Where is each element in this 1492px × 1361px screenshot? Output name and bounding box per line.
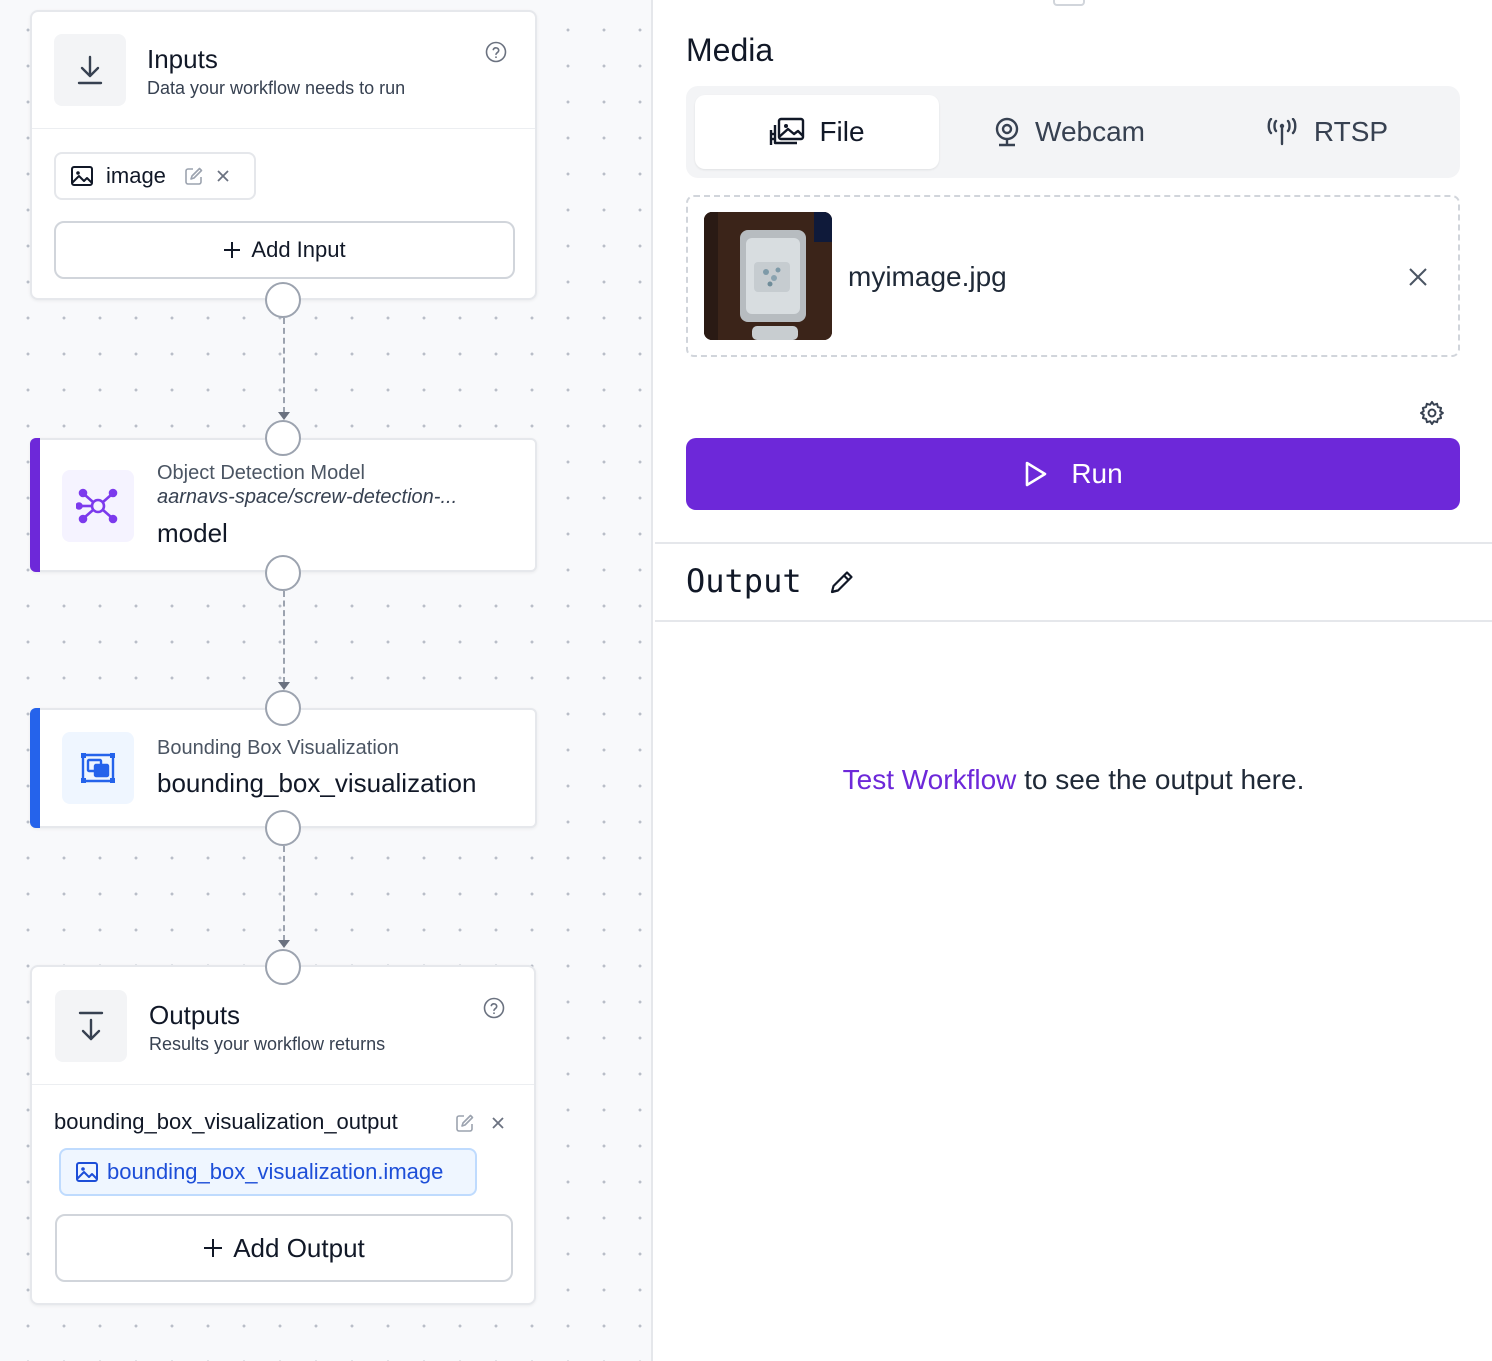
block-name-label: model (157, 518, 228, 548)
plus-icon (204, 1239, 223, 1257)
bbox-icon-tile (62, 732, 134, 804)
tab-webcam[interactable]: Webcam (939, 95, 1199, 169)
file-thumbnail (704, 212, 832, 340)
gear-icon[interactable] (1419, 400, 1445, 426)
tab-rtsp-label: RTSP (1313, 116, 1389, 147)
tab-file[interactable]: File (695, 95, 939, 169)
antenna-icon (1267, 118, 1297, 146)
image-icon (71, 166, 93, 186)
inputs-divider (32, 128, 535, 129)
bbox-output-port[interactable] (265, 810, 301, 846)
edit-icon[interactable] (184, 166, 204, 186)
run-panel: Media File Webcam RTSP myimage.jpg Run O… (655, 0, 1492, 1361)
workflow-canvas[interactable]: Inputs Data your workflow needs to run i… (0, 0, 653, 1361)
media-source-tabs: File Webcam RTSP (686, 86, 1460, 178)
block-name-label: bounding_box_visualization (157, 768, 477, 798)
output-name-label: bounding_box_visualization_output (54, 1109, 398, 1134)
model-network-icon (76, 488, 118, 524)
output-ref-label: bounding_box_visualization.image (107, 1159, 444, 1184)
model-output-port[interactable] (265, 555, 301, 591)
input-chip-label: image (106, 163, 166, 188)
connector-bbox-outputs (283, 846, 285, 941)
output-empty-text: to see the output here. (1016, 764, 1305, 795)
block-type-label: Bounding Box Visualization (157, 737, 400, 759)
connector-model-bbox (283, 591, 285, 683)
block-type-label: Object Detection Model (157, 462, 365, 484)
test-workflow-link[interactable]: Test Workflow (843, 764, 1017, 795)
connector-arrowhead (278, 682, 290, 690)
file-name: myimage.jpg (848, 261, 1007, 292)
outputs-input-port[interactable] (265, 949, 301, 985)
inputs-output-port[interactable] (265, 282, 301, 318)
tab-rtsp[interactable]: RTSP (1199, 95, 1453, 169)
remove-icon[interactable] (216, 169, 230, 183)
edit-icon[interactable] (455, 1113, 475, 1133)
outputs-icon-tile (55, 990, 127, 1062)
input-chip-image[interactable]: image (54, 152, 256, 200)
play-icon (1026, 461, 1047, 487)
bounding-box-icon (81, 753, 115, 783)
bbox-input-port[interactable] (265, 690, 301, 726)
run-button[interactable]: Run (686, 438, 1460, 510)
object-detection-block[interactable]: Object Detection Model aarnavs-space/scr… (30, 438, 537, 572)
output-ref-chip[interactable]: bounding_box_visualization.image (59, 1148, 477, 1196)
help-icon[interactable] (483, 997, 505, 1019)
output-title: Output (686, 562, 802, 600)
file-dropzone[interactable]: myimage.jpg (686, 195, 1460, 357)
download-icon (77, 55, 103, 85)
output-top-divider (655, 542, 1492, 544)
outputs-subtitle: Results your workflow returns (149, 1034, 386, 1054)
add-input-label: Add Input (251, 237, 346, 262)
plus-icon (224, 242, 241, 258)
close-icon[interactable] (1406, 265, 1430, 289)
top-edge-control (1053, 0, 1085, 6)
output-bottom-divider (655, 620, 1492, 622)
output-arrow-icon (78, 1011, 104, 1041)
outputs-card[interactable]: Outputs Results your workflow returns bo… (30, 965, 536, 1305)
outputs-title: Outputs (149, 1000, 241, 1030)
tab-file-label: File (819, 116, 865, 147)
connector-inputs-model (283, 318, 285, 413)
connector-arrowhead (278, 412, 290, 420)
add-output-label: Add Output (233, 1232, 365, 1263)
pencil-icon[interactable] (828, 568, 856, 596)
outputs-divider (32, 1084, 534, 1085)
output-empty-message: Test Workflow to see the output here. (655, 764, 1492, 796)
help-icon[interactable] (485, 41, 507, 63)
remove-icon[interactable] (491, 1116, 505, 1130)
inputs-subtitle: Data your workflow needs to run (147, 78, 406, 98)
inputs-icon-tile (54, 34, 126, 106)
inputs-card[interactable]: Inputs Data your workflow needs to run i… (30, 10, 537, 300)
add-output-button[interactable]: Add Output (55, 1214, 513, 1282)
image-icon (76, 1162, 98, 1182)
tab-webcam-label: Webcam (1035, 116, 1145, 147)
block-accent (30, 438, 40, 572)
model-input-port[interactable] (265, 420, 301, 456)
detection-icon-tile (62, 470, 134, 542)
webcam-icon (995, 117, 1019, 147)
block-accent (30, 708, 40, 828)
images-icon (770, 117, 805, 145)
add-input-button[interactable]: Add Input (54, 221, 515, 279)
media-title: Media (686, 32, 774, 68)
run-label: Run (1071, 458, 1123, 489)
inputs-title: Inputs (147, 44, 218, 74)
connector-arrowhead (278, 940, 290, 948)
model-id-label: aarnavs-space/screw-detection-... (157, 486, 458, 508)
